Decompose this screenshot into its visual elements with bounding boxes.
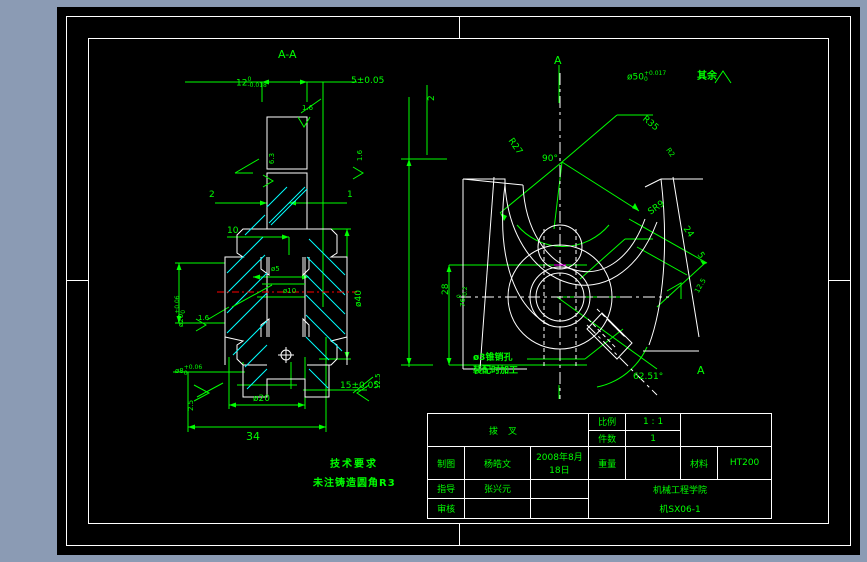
tech-requirements-line1: 未注铸造圆角R3 — [313, 478, 396, 489]
weight-value — [625, 446, 681, 480]
dim-28: 28 — [441, 283, 451, 295]
weight-label: 重量 — [588, 446, 627, 480]
qty-value: 1 — [625, 429, 681, 448]
qty-label: 件数 — [588, 429, 627, 448]
guide-by: 张兴元 — [464, 478, 531, 500]
title-block: 拨叉 比例 1 : 1 件数 1 制图 杨皓文 2008年8月18日 重量 材料… — [426, 412, 773, 520]
dim-angle-6251: 62.51° — [633, 372, 664, 382]
dim-2-main: 2 — [427, 95, 437, 101]
scale-value: 1 : 1 — [625, 413, 681, 431]
guide-date — [529, 478, 590, 500]
drawn-label: 制图 — [426, 446, 466, 480]
guide-label: 指导 — [426, 478, 466, 500]
note-pin-hole-line1: ø3锥销孔 — [473, 353, 513, 363]
check-date — [529, 498, 590, 519]
institute-cell: 机械工程学院 机SX06-1 — [588, 478, 772, 520]
section-mark-a-top: A — [554, 54, 562, 67]
institute-name: 机械工程学院 — [653, 485, 708, 496]
material-value: HT200 — [717, 446, 772, 480]
drawn-by: 杨皓文 — [464, 446, 531, 480]
drawn-date: 2008年8月18日 — [529, 446, 590, 480]
general-roughness-label: 其余 — [697, 71, 717, 82]
dim-phi50-tol: ø50+0.017 0 — [627, 70, 667, 83]
check-label: 审核 — [426, 498, 466, 519]
tech-requirements-title: 技术要求 — [330, 459, 378, 470]
check-by — [464, 498, 531, 519]
dim-angle-90: 90° — [542, 154, 558, 164]
note-pin-hole-line2: 装配时加工 — [473, 366, 519, 376]
material-label: 材料 — [679, 446, 719, 480]
scale-label: 比例 — [588, 413, 627, 431]
section-mark-a-bottom: A — [697, 364, 705, 377]
empty-cell-top-right — [679, 412, 773, 448]
drawing-sheet: A-A 120 -0.018 5±0.05 1.6 6.3 1.6 2 1 10… — [57, 7, 860, 555]
drawing-number: 机SX06-1 — [659, 504, 701, 515]
dim-76-tol: 760 -0.2 — [456, 286, 469, 307]
part-name-cell: 拨叉 — [426, 412, 590, 448]
